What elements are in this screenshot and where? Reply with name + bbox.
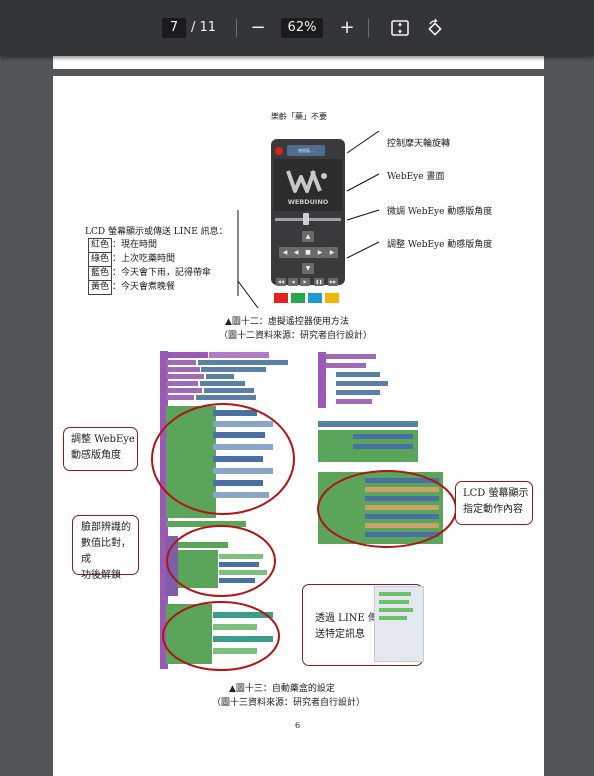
document-page: 樂齡「藥」不要 按鈕區... WEBDUINO ▲ ◀ ◀ ■ ▶ ▶ ▼ ◀◀… [53, 76, 544, 776]
callout-text: 動感版角度 [71, 450, 121, 461]
toolbar-divider [236, 19, 237, 37]
zoom-in-button[interactable]: + [335, 16, 359, 40]
pdf-toolbar: 7 / 11 − 62% + [0, 0, 594, 56]
callout-text: 功後解鎖 [81, 570, 121, 581]
callout-text: 調整 WebEye [71, 434, 135, 445]
fit-page-icon [391, 20, 409, 36]
total-pages: / 11 [191, 20, 217, 35]
rotate-icon [428, 18, 442, 36]
callout-text: LCD 螢幕顯示 [463, 488, 529, 499]
fit-page-button[interactable] [388, 16, 412, 40]
current-page-input[interactable]: 7 [162, 18, 186, 38]
figure-13-caption: ▲圖十三：自動藥盒的設定 [229, 684, 335, 694]
callout-text: 數值比對，成 [81, 538, 131, 565]
zoom-out-button[interactable]: − [246, 16, 270, 40]
chat-bubble [379, 600, 409, 604]
callout-text: 指定動作內容 [463, 504, 523, 515]
line-chat-screenshot [374, 586, 424, 662]
chat-bubble [379, 608, 413, 612]
callout-lcd: LCD 螢幕顯示 指定動作內容 [455, 481, 533, 525]
highlight-ellipses [151, 403, 457, 671]
page-number: 6 [295, 721, 301, 730]
chat-bubble [379, 616, 407, 620]
chat-bubble [379, 592, 411, 596]
figure-13-source: （圖十三資料來源：研究者自行設計） [212, 698, 366, 708]
toolbar-divider [368, 19, 369, 37]
callout-text: 臉部辨識的 [81, 522, 131, 533]
rotate-button[interactable] [423, 16, 447, 40]
callout-webeye: 調整 WebEye 動感版角度 [63, 427, 138, 471]
zoom-input[interactable]: 62% [281, 18, 323, 38]
callout-face: 臉部辨識的 數值比對，成 功後解鎖 [72, 515, 139, 581]
